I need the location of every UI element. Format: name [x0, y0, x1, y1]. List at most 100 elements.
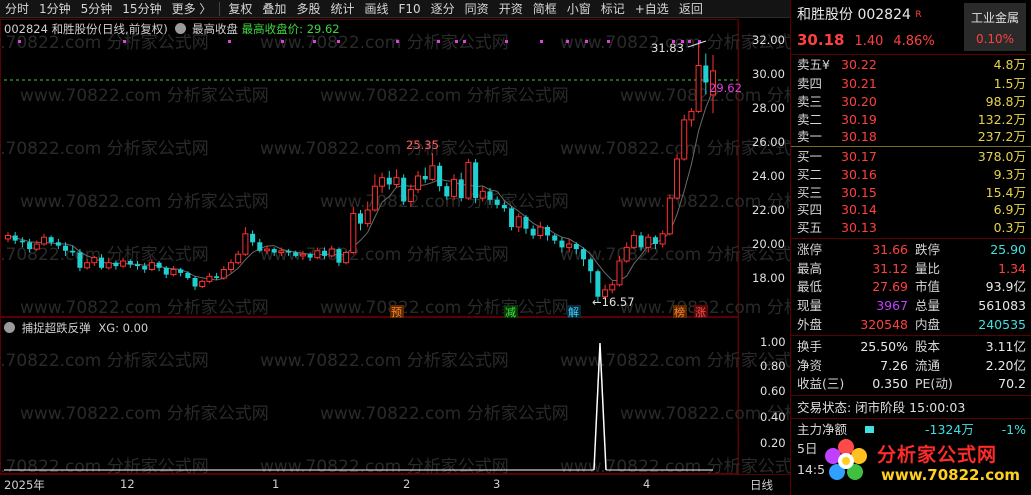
stat-row: 涨停 31.66 跌停 25.90	[797, 240, 1026, 259]
event-marker-label: 解	[568, 305, 579, 319]
candle	[379, 172, 386, 193]
same-asset-button[interactable]: 同资	[460, 0, 494, 18]
high-value: 31.12	[872, 261, 908, 276]
tab-1min[interactable]: 1分钟	[34, 0, 76, 18]
candle-body	[357, 213, 364, 224]
chart-toolbar: 分时 1分钟 5分钟 15分钟 更多 〉 复权 叠加 多股 统计 画线 F10 …	[0, 0, 790, 18]
y-tick: 26.00	[752, 135, 785, 149]
candle-body	[616, 260, 623, 286]
candle-body	[659, 233, 666, 245]
ask-label: 卖二	[797, 112, 823, 127]
quote-panel: 和胜股份 002824 R 工业金属 0.10% 30.18 1.40 4.86…	[790, 0, 1031, 495]
tab-5min[interactable]: 5分钟	[76, 0, 118, 18]
adjust-button[interactable]: 复权	[223, 0, 257, 18]
candle-body	[638, 235, 644, 248]
candle-body	[666, 197, 673, 235]
candle-body	[588, 259, 594, 272]
candle-body	[48, 237, 54, 243]
ask-label: 卖三	[797, 94, 823, 109]
date-tick: 2025年	[4, 478, 45, 492]
stat-label: 市值	[915, 279, 941, 294]
candle-body	[163, 267, 169, 275]
sub-y-tick: 0.80	[760, 359, 786, 373]
bid-row[interactable]: 买二 30.16 9.3万	[797, 165, 1026, 184]
ask-volume: 237.2万	[977, 129, 1026, 144]
signal-dot	[455, 40, 458, 43]
multi-stock-button[interactable]: 多股	[291, 0, 325, 18]
ask-label: 卖四	[797, 76, 823, 91]
ask-label: 卖五	[797, 57, 823, 72]
ask-row[interactable]: 卖五¥ 30.22 4.8万	[797, 55, 1026, 74]
stats-button[interactable]: 统计	[325, 0, 359, 18]
candle	[343, 250, 350, 265]
tab-more[interactable]: 更多 〉	[167, 0, 217, 18]
bid-volume: 9.3万	[993, 167, 1026, 182]
candle	[199, 279, 206, 289]
main-chart-frame	[0, 19, 739, 317]
candle	[674, 153, 681, 200]
small-window-button[interactable]: 小窗	[562, 0, 596, 18]
ask-row[interactable]: 卖三 30.20 98.8万	[797, 92, 1026, 111]
candle-body	[199, 280, 206, 287]
per-minute-button[interactable]: 逐分	[426, 0, 460, 18]
date-tick: 1	[272, 477, 280, 491]
candle-body	[19, 240, 25, 243]
bid-row[interactable]: 买五 30.13 0.3万	[797, 218, 1026, 237]
stat-label: 最高	[797, 261, 823, 276]
settings-icon[interactable]	[175, 23, 187, 34]
event-marker-label: 榜	[674, 305, 685, 319]
candle-body	[545, 227, 551, 236]
candle-body	[134, 264, 141, 267]
bid-label: 买三	[797, 185, 823, 200]
signal-dot	[566, 40, 569, 43]
candle-body	[393, 177, 400, 185]
candle-body	[328, 248, 335, 257]
candle	[12, 232, 18, 244]
sub-settings-icon[interactable]	[4, 322, 15, 333]
watermark-text: www.70822.com 分析家公式网	[320, 404, 569, 424]
ask-row[interactable]: 卖四 30.21 1.5万	[797, 74, 1026, 93]
candle-body	[415, 175, 422, 191]
candle-body	[566, 243, 573, 248]
divider	[791, 418, 1031, 419]
candle-body	[178, 269, 184, 273]
candle	[235, 250, 242, 265]
stat-label: 涨停	[797, 242, 823, 257]
draw-line-button[interactable]: 画线	[359, 0, 393, 18]
candle-body	[429, 165, 436, 180]
candle-body	[250, 233, 256, 243]
candle-body	[40, 236, 47, 245]
stat-row: 换手 25.50% 股本 3.11亿	[797, 337, 1026, 356]
add-watchlist-button[interactable]: +自选	[630, 0, 674, 18]
candle-body	[386, 177, 392, 185]
tab-15min[interactable]: 15分钟	[117, 0, 166, 18]
f10-button[interactable]: F10	[393, 0, 425, 18]
event-marker: 减	[504, 305, 518, 319]
overlay-button[interactable]: 叠加	[257, 0, 291, 18]
period-label[interactable]: 日线	[750, 477, 773, 493]
simple-frame-button[interactable]: 简框	[528, 0, 562, 18]
limit-up-value: 31.66	[872, 242, 908, 257]
mark-button[interactable]: 标记	[596, 0, 630, 18]
candle-body	[286, 250, 292, 253]
market-cap-value: 93.9亿	[985, 279, 1026, 294]
divider	[791, 395, 1031, 396]
bid-row[interactable]: 买四 30.14 6.9万	[797, 200, 1026, 219]
candle-body	[537, 226, 544, 236]
candle-body	[695, 65, 702, 112]
sub-y-tick: 0.20	[760, 436, 786, 450]
ask-row[interactable]: 卖一 30.18 237.2万	[797, 127, 1026, 146]
open-asset-button[interactable]: 开资	[494, 0, 528, 18]
net-asset-value: 7.26	[880, 358, 908, 373]
candle-body	[652, 237, 658, 244]
back-button[interactable]: 返回	[674, 0, 708, 18]
tab-intraday[interactable]: 分时	[0, 0, 34, 18]
ask-price: 30.21	[841, 76, 877, 91]
candlestick-chart[interactable]: www.70822.com 分析家公式网 www.70822.com 分析家公式网…	[0, 19, 790, 493]
candle-body	[70, 250, 76, 253]
candle-body	[257, 242, 263, 251]
candle-body	[84, 262, 91, 269]
candle	[257, 238, 263, 253]
bid-row[interactable]: 买一 30.17 378.0万	[797, 147, 1026, 166]
candle-body	[444, 186, 450, 197]
